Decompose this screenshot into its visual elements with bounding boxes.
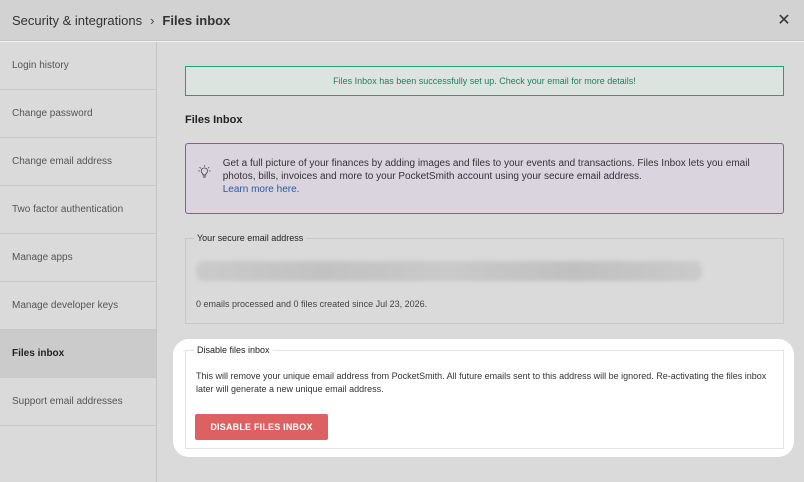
info-description: Get a full picture of your finances by a… (222, 158, 750, 182)
breadcrumb-current: Files inbox (162, 12, 231, 28)
secure-email-legend: Your secure email address (194, 233, 307, 243)
sidebar-item-two-factor[interactable]: Two factor authentication (0, 186, 156, 234)
header: Security & integrations › Files inbox ✕ (0, 0, 804, 41)
sidebar-item-manage-apps[interactable]: Manage apps (0, 234, 156, 282)
highlight-panel: Disable files inbox This will remove you… (173, 339, 794, 457)
disable-files-inbox-section: Disable files inbox This will remove you… (185, 345, 784, 449)
secure-email-section: Your secure email address 0 emails proce… (185, 233, 784, 324)
sidebar-item-files-inbox[interactable]: Files inbox (0, 330, 156, 378)
sidebar-item-developer-keys[interactable]: Manage developer keys (0, 282, 156, 330)
success-banner: Files Inbox has been successfully set up… (185, 66, 784, 96)
disable-description: This will remove your unique email addre… (196, 371, 767, 394)
breadcrumb-parent[interactable]: Security & integrations (12, 13, 142, 28)
page: Security & integrations › Files inbox ✕ … (0, 0, 804, 482)
learn-more-link[interactable]: Learn more here. (223, 183, 771, 196)
sidebar: Login history Change password Change ema… (0, 42, 157, 482)
sidebar-item-login-history[interactable]: Login history (0, 42, 156, 90)
secure-email-address-blurred[interactable] (196, 261, 702, 281)
close-icon[interactable]: ✕ (774, 10, 794, 30)
disable-files-inbox-button[interactable]: DISABLE FILES INBOX (195, 414, 328, 440)
info-text: Get a full picture of your finances by a… (223, 157, 771, 196)
sidebar-item-support-emails[interactable]: Support email addresses (0, 378, 156, 426)
lightbulb-icon (198, 165, 211, 178)
sidebar-item-change-email[interactable]: Change email address (0, 138, 156, 186)
email-stats: 0 emails processed and 0 files created s… (196, 299, 428, 309)
page-title: Files Inbox (185, 114, 243, 126)
disable-legend: Disable files inbox (194, 345, 273, 355)
info-box: Get a full picture of your finances by a… (185, 143, 784, 214)
breadcrumb-separator: › (150, 12, 155, 28)
sidebar-item-change-password[interactable]: Change password (0, 90, 156, 138)
